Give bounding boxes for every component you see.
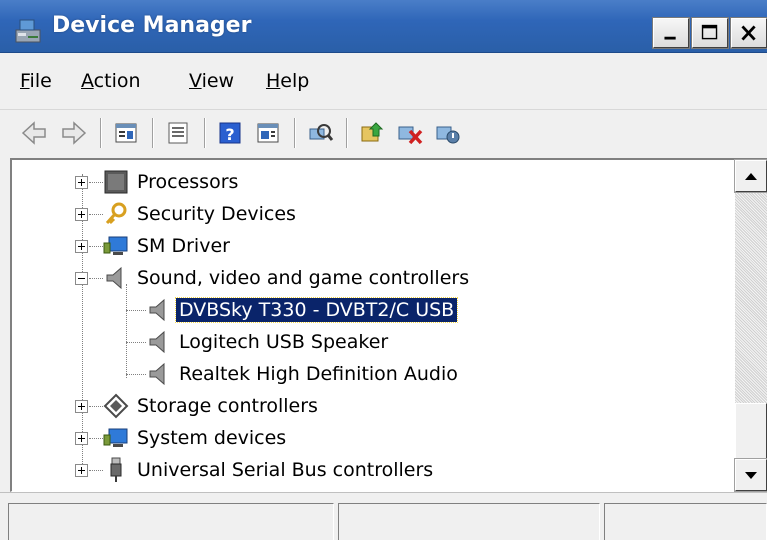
tree-node-processors[interactable]: Processors <box>12 166 732 198</box>
tree-connector <box>126 310 146 311</box>
tree-node-system-devices[interactable]: System devices <box>12 422 732 454</box>
scroll-thumb[interactable] <box>735 403 767 461</box>
tree-node-label: Processors <box>137 171 239 193</box>
tree-connector <box>89 246 103 247</box>
show-action-pane-icon[interactable] <box>254 119 282 147</box>
tree-connector <box>89 406 103 407</box>
tree-node-label: SM Driver <box>137 235 230 257</box>
toolbar-separator <box>346 118 348 148</box>
tree-node-usb-controllers[interactable]: Universal Serial Bus controllers <box>12 454 732 486</box>
maximize-button[interactable] <box>691 17 729 49</box>
minimize-button[interactable] <box>652 17 690 49</box>
monitor-icon <box>103 236 128 255</box>
expand-toggle[interactable] <box>75 176 88 189</box>
speaker-icon <box>149 298 165 322</box>
scroll-up-button[interactable] <box>734 159 767 193</box>
tree-node-label: System devices <box>137 427 287 449</box>
tree-connector <box>89 278 103 279</box>
menu-bar: File Action View Help <box>0 54 767 110</box>
update-driver-icon[interactable] <box>358 119 386 147</box>
tree-connector <box>89 182 103 183</box>
svg-text:?: ? <box>225 125 234 144</box>
speaker-icon <box>149 330 165 354</box>
key-icon <box>105 202 127 225</box>
tree-connector <box>89 470 103 471</box>
menu-view-label: iew <box>201 70 235 92</box>
scroll-down-icon <box>745 472 757 479</box>
speaker-icon <box>149 362 165 386</box>
device-manager-icon <box>15 19 41 43</box>
menu-file-label: ile <box>29 70 52 92</box>
scroll-up-icon <box>745 173 757 180</box>
status-bar <box>0 492 767 540</box>
expand-toggle[interactable] <box>75 464 88 477</box>
menu-help[interactable]: Help <box>266 70 309 92</box>
tree-node-label: Universal Serial Bus controllers <box>137 459 434 481</box>
forward-arrow-icon[interactable] <box>60 119 88 147</box>
tree-connector <box>89 214 103 215</box>
expand-toggle[interactable] <box>75 432 88 445</box>
tree-node-storage-controllers[interactable]: Storage controllers <box>12 390 732 422</box>
menu-view[interactable]: View <box>189 70 234 92</box>
toolbar: ? <box>0 110 767 154</box>
tree-node-dvbsky-t330[interactable]: DVBSky T330 - DVBT2/C USB <box>12 294 732 326</box>
menu-action-label: ction <box>93 70 141 92</box>
title-bar[interactable]: Device Manager <box>0 0 767 53</box>
status-pane-main <box>8 503 334 540</box>
tree-connector <box>126 342 146 343</box>
tree-node-label: Security Devices <box>137 203 296 225</box>
menu-help-hotkey: H <box>266 70 281 92</box>
monitor-icon <box>103 428 128 447</box>
collapse-toggle[interactable] <box>75 272 88 285</box>
tree-node-label: Logitech USB Speaker <box>179 331 389 353</box>
scan-hardware-icon[interactable] <box>306 119 334 147</box>
toolbar-separator <box>100 118 102 148</box>
expand-toggle[interactable] <box>75 240 88 253</box>
speaker-icon <box>106 266 122 290</box>
window-title: Device Manager <box>52 13 252 38</box>
properties-icon[interactable] <box>164 119 192 147</box>
help-icon[interactable]: ? <box>216 119 244 147</box>
menu-file[interactable]: File <box>20 70 52 92</box>
menu-action[interactable]: Action <box>81 70 141 92</box>
uninstall-device-icon[interactable] <box>396 119 424 147</box>
tree-node-label: DVBSky T330 - DVBT2/C USB <box>174 297 459 323</box>
toolbar-separator <box>152 118 154 148</box>
tree-node-sm-driver[interactable]: SM Driver <box>12 230 732 262</box>
show-hide-tree-icon[interactable] <box>112 119 140 147</box>
processor-icon <box>104 170 128 194</box>
toolbar-separator <box>294 118 296 148</box>
close-icon <box>741 25 756 41</box>
expand-toggle[interactable] <box>75 400 88 413</box>
tree-node-security-devices[interactable]: Security Devices <box>12 198 732 230</box>
usb-icon <box>110 457 122 482</box>
menu-file-hotkey: F <box>20 70 30 92</box>
disable-device-icon[interactable] <box>434 119 462 147</box>
back-arrow-icon[interactable] <box>20 119 48 147</box>
tree-connector <box>89 438 103 439</box>
status-pane-right <box>604 503 767 540</box>
menu-action-hotkey: A <box>81 70 94 92</box>
tree-node-label: Realtek High Definition Audio <box>179 363 458 385</box>
storage-icon <box>103 393 129 419</box>
expand-toggle[interactable] <box>75 208 88 221</box>
tree-node-sound-video-game-controllers[interactable]: Sound, video and game controllers <box>12 262 732 294</box>
vertical-scrollbar[interactable] <box>734 159 767 492</box>
status-pane-middle <box>338 503 600 540</box>
tree-node-logitech-usb-speaker[interactable]: Logitech USB Speaker <box>12 326 732 358</box>
device-tree[interactable]: Processors Security Devices SM Driver So… <box>10 158 767 492</box>
menu-help-label: elp <box>280 70 310 92</box>
maximize-icon <box>701 24 718 40</box>
scroll-down-button[interactable] <box>734 458 767 492</box>
tree-connector <box>126 374 146 375</box>
close-button[interactable] <box>730 17 767 49</box>
minimize-icon <box>664 36 676 40</box>
tree-node-realtek-hd-audio[interactable]: Realtek High Definition Audio <box>12 358 732 390</box>
tree-node-label: Sound, video and game controllers <box>137 267 470 289</box>
tree-node-label: Storage controllers <box>137 395 318 417</box>
toolbar-separator <box>204 118 206 148</box>
menu-view-hotkey: V <box>189 70 202 92</box>
caption-buttons <box>650 17 767 50</box>
